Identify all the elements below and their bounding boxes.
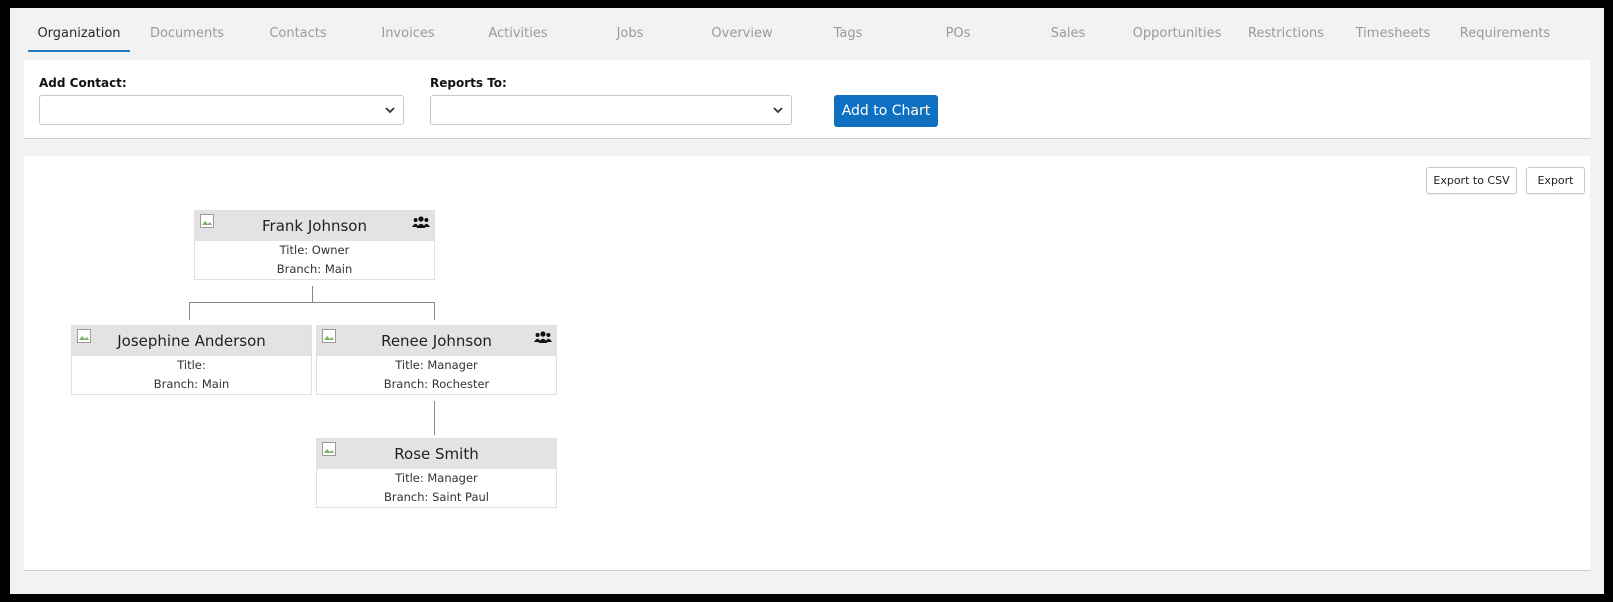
org-chart-panel: Export to CSV Export Frank Johnson Title… bbox=[24, 156, 1590, 571]
connector-line bbox=[189, 302, 435, 303]
connector-line bbox=[434, 302, 435, 320]
reports-to-select[interactable] bbox=[430, 95, 792, 125]
broken-image-icon bbox=[322, 442, 336, 456]
reports-to-label: Reports To: bbox=[430, 76, 507, 90]
team-icon[interactable] bbox=[534, 330, 552, 344]
contact-name: Renee Johnson bbox=[381, 332, 492, 350]
export-button[interactable]: Export bbox=[1526, 167, 1585, 194]
tab-sales[interactable]: Sales bbox=[1038, 18, 1098, 50]
app-frame: Organization Documents Contacts Invoices… bbox=[10, 8, 1604, 594]
tab-activities[interactable]: Activities bbox=[478, 18, 558, 50]
contact-branch: Branch: Rochester bbox=[383, 377, 490, 391]
tab-pos[interactable]: POs bbox=[928, 18, 988, 50]
add-contact-form: Add Contact: Reports To: Add to Chart bbox=[24, 60, 1590, 139]
contact-title: Title: bbox=[177, 358, 206, 372]
contact-title: Title: Owner bbox=[279, 243, 350, 257]
tab-bar: Organization Documents Contacts Invoices… bbox=[24, 18, 1604, 52]
chevron-down-icon bbox=[773, 107, 783, 114]
contact-title: Title: Manager bbox=[395, 358, 478, 372]
tab-tags[interactable]: Tags bbox=[818, 18, 878, 50]
tab-restrictions[interactable]: Restrictions bbox=[1236, 18, 1336, 50]
contact-name: Josephine Anderson bbox=[117, 332, 266, 350]
tab-requirements[interactable]: Requirements bbox=[1450, 18, 1560, 50]
contact-name: Rose Smith bbox=[394, 445, 479, 463]
tab-timesheets[interactable]: Timesheets bbox=[1348, 18, 1438, 50]
connector-line bbox=[189, 302, 190, 320]
add-contact-select[interactable] bbox=[39, 95, 404, 125]
team-icon[interactable] bbox=[412, 215, 430, 229]
contact-branch: Branch: Main bbox=[153, 377, 230, 391]
org-node-josephine-anderson[interactable]: Josephine Anderson Title: Branch: Main bbox=[71, 325, 312, 395]
org-node-rose-smith[interactable]: Rose Smith Title: Manager Branch: Saint … bbox=[316, 438, 557, 508]
connector-line bbox=[434, 401, 435, 435]
node-header: Rose Smith bbox=[317, 439, 556, 469]
connector-line bbox=[312, 286, 313, 303]
chevron-down-icon bbox=[385, 107, 395, 114]
tab-contacts[interactable]: Contacts bbox=[258, 18, 338, 50]
tab-organization[interactable]: Organization bbox=[28, 18, 130, 52]
tab-documents[interactable]: Documents bbox=[142, 18, 232, 50]
contact-title: Title: Manager bbox=[395, 471, 478, 485]
tab-jobs[interactable]: Jobs bbox=[600, 18, 660, 50]
broken-image-icon bbox=[200, 214, 214, 228]
contact-name: Frank Johnson bbox=[262, 217, 367, 235]
org-node-frank-johnson[interactable]: Frank Johnson Title: Owner Branch: Main bbox=[194, 210, 435, 280]
node-header: Frank Johnson bbox=[195, 211, 434, 241]
node-header: Renee Johnson bbox=[317, 326, 556, 356]
contact-branch: Branch: Saint Paul bbox=[383, 490, 490, 504]
broken-image-icon bbox=[77, 329, 91, 343]
tab-invoices[interactable]: Invoices bbox=[368, 18, 448, 50]
add-to-chart-button[interactable]: Add to Chart bbox=[834, 95, 938, 127]
broken-image-icon bbox=[322, 329, 336, 343]
export-csv-button[interactable]: Export to CSV bbox=[1426, 167, 1517, 194]
add-contact-label: Add Contact: bbox=[39, 76, 127, 90]
node-header: Josephine Anderson bbox=[72, 326, 311, 356]
contact-branch: Branch: Main bbox=[276, 262, 353, 276]
tab-overview[interactable]: Overview bbox=[702, 18, 782, 50]
tab-opportunities[interactable]: Opportunities bbox=[1122, 18, 1232, 50]
org-node-renee-johnson[interactable]: Renee Johnson Title: Manager Branch: Roc… bbox=[316, 325, 557, 395]
